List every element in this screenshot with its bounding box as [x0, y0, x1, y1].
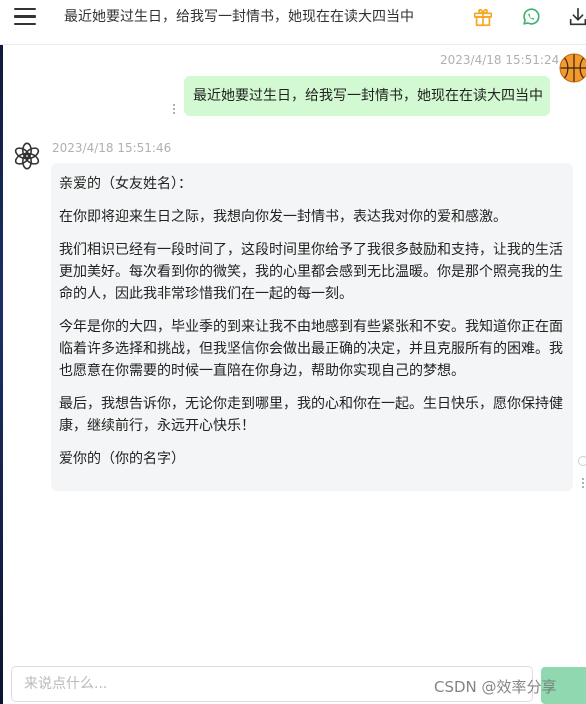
user-avatar	[559, 53, 586, 83]
assistant-message-more-icon[interactable]	[581, 478, 585, 490]
letter-greeting: 亲爱的（女友姓名）：	[59, 176, 192, 192]
copy-icon[interactable]	[578, 456, 586, 466]
download-icon[interactable]	[567, 6, 586, 28]
letter-paragraph: 今年是你的大四，毕业季的到来让我不由地感到有些紧张和不安。我知道你正在面临着许多…	[59, 319, 563, 379]
letter-paragraph: 最后，我想告诉你，无论你走到哪里，我的心和你在一起。生日快乐，愿你保持健康，继续…	[59, 396, 563, 434]
header-bar: 最近她要过生日，给我写一封情书，她现在在读大四当中	[0, 0, 586, 45]
assistant-message-bubble: 亲爱的（女友姓名）： 在你即将迎来生日之际，我想向你发一封情书，表达我对你的爱和…	[51, 163, 573, 491]
openai-logo-icon	[14, 142, 40, 170]
user-message-timestamp: 2023/4/18 15:51:24	[440, 53, 560, 67]
user-message-bubble: 最近她要过生日，给我写一封情书，她现在在读大四当中	[184, 76, 550, 116]
background-window-edge	[0, 40, 3, 704]
whatsapp-icon[interactable]	[520, 6, 542, 28]
chat-page: 最近她要过生日，给我写一封情书，她现在在读大四当中 2023/4/18 15:5…	[0, 0, 586, 704]
user-message-more-icon[interactable]	[172, 104, 176, 116]
letter-paragraph: 我们相识已经有一段时间了，这段时间里你给予了我很多鼓励和支持，让我的生活更加美好…	[59, 242, 563, 302]
send-button[interactable]	[541, 667, 586, 704]
menu-icon[interactable]	[14, 8, 36, 26]
gift-icon[interactable]	[472, 6, 494, 28]
assistant-message-timestamp: 2023/4/18 15:51:46	[52, 141, 172, 155]
conversation-title: 最近她要过生日，给我写一封情书，她现在在读大四当中	[64, 9, 414, 25]
chat-input[interactable]	[11, 666, 533, 702]
letter-paragraph: 在你即将迎来生日之际，我想向你发一封情书，表达我对你的爱和感激。	[59, 209, 507, 225]
letter-signature: 爱你的（你的名字）	[59, 451, 185, 467]
